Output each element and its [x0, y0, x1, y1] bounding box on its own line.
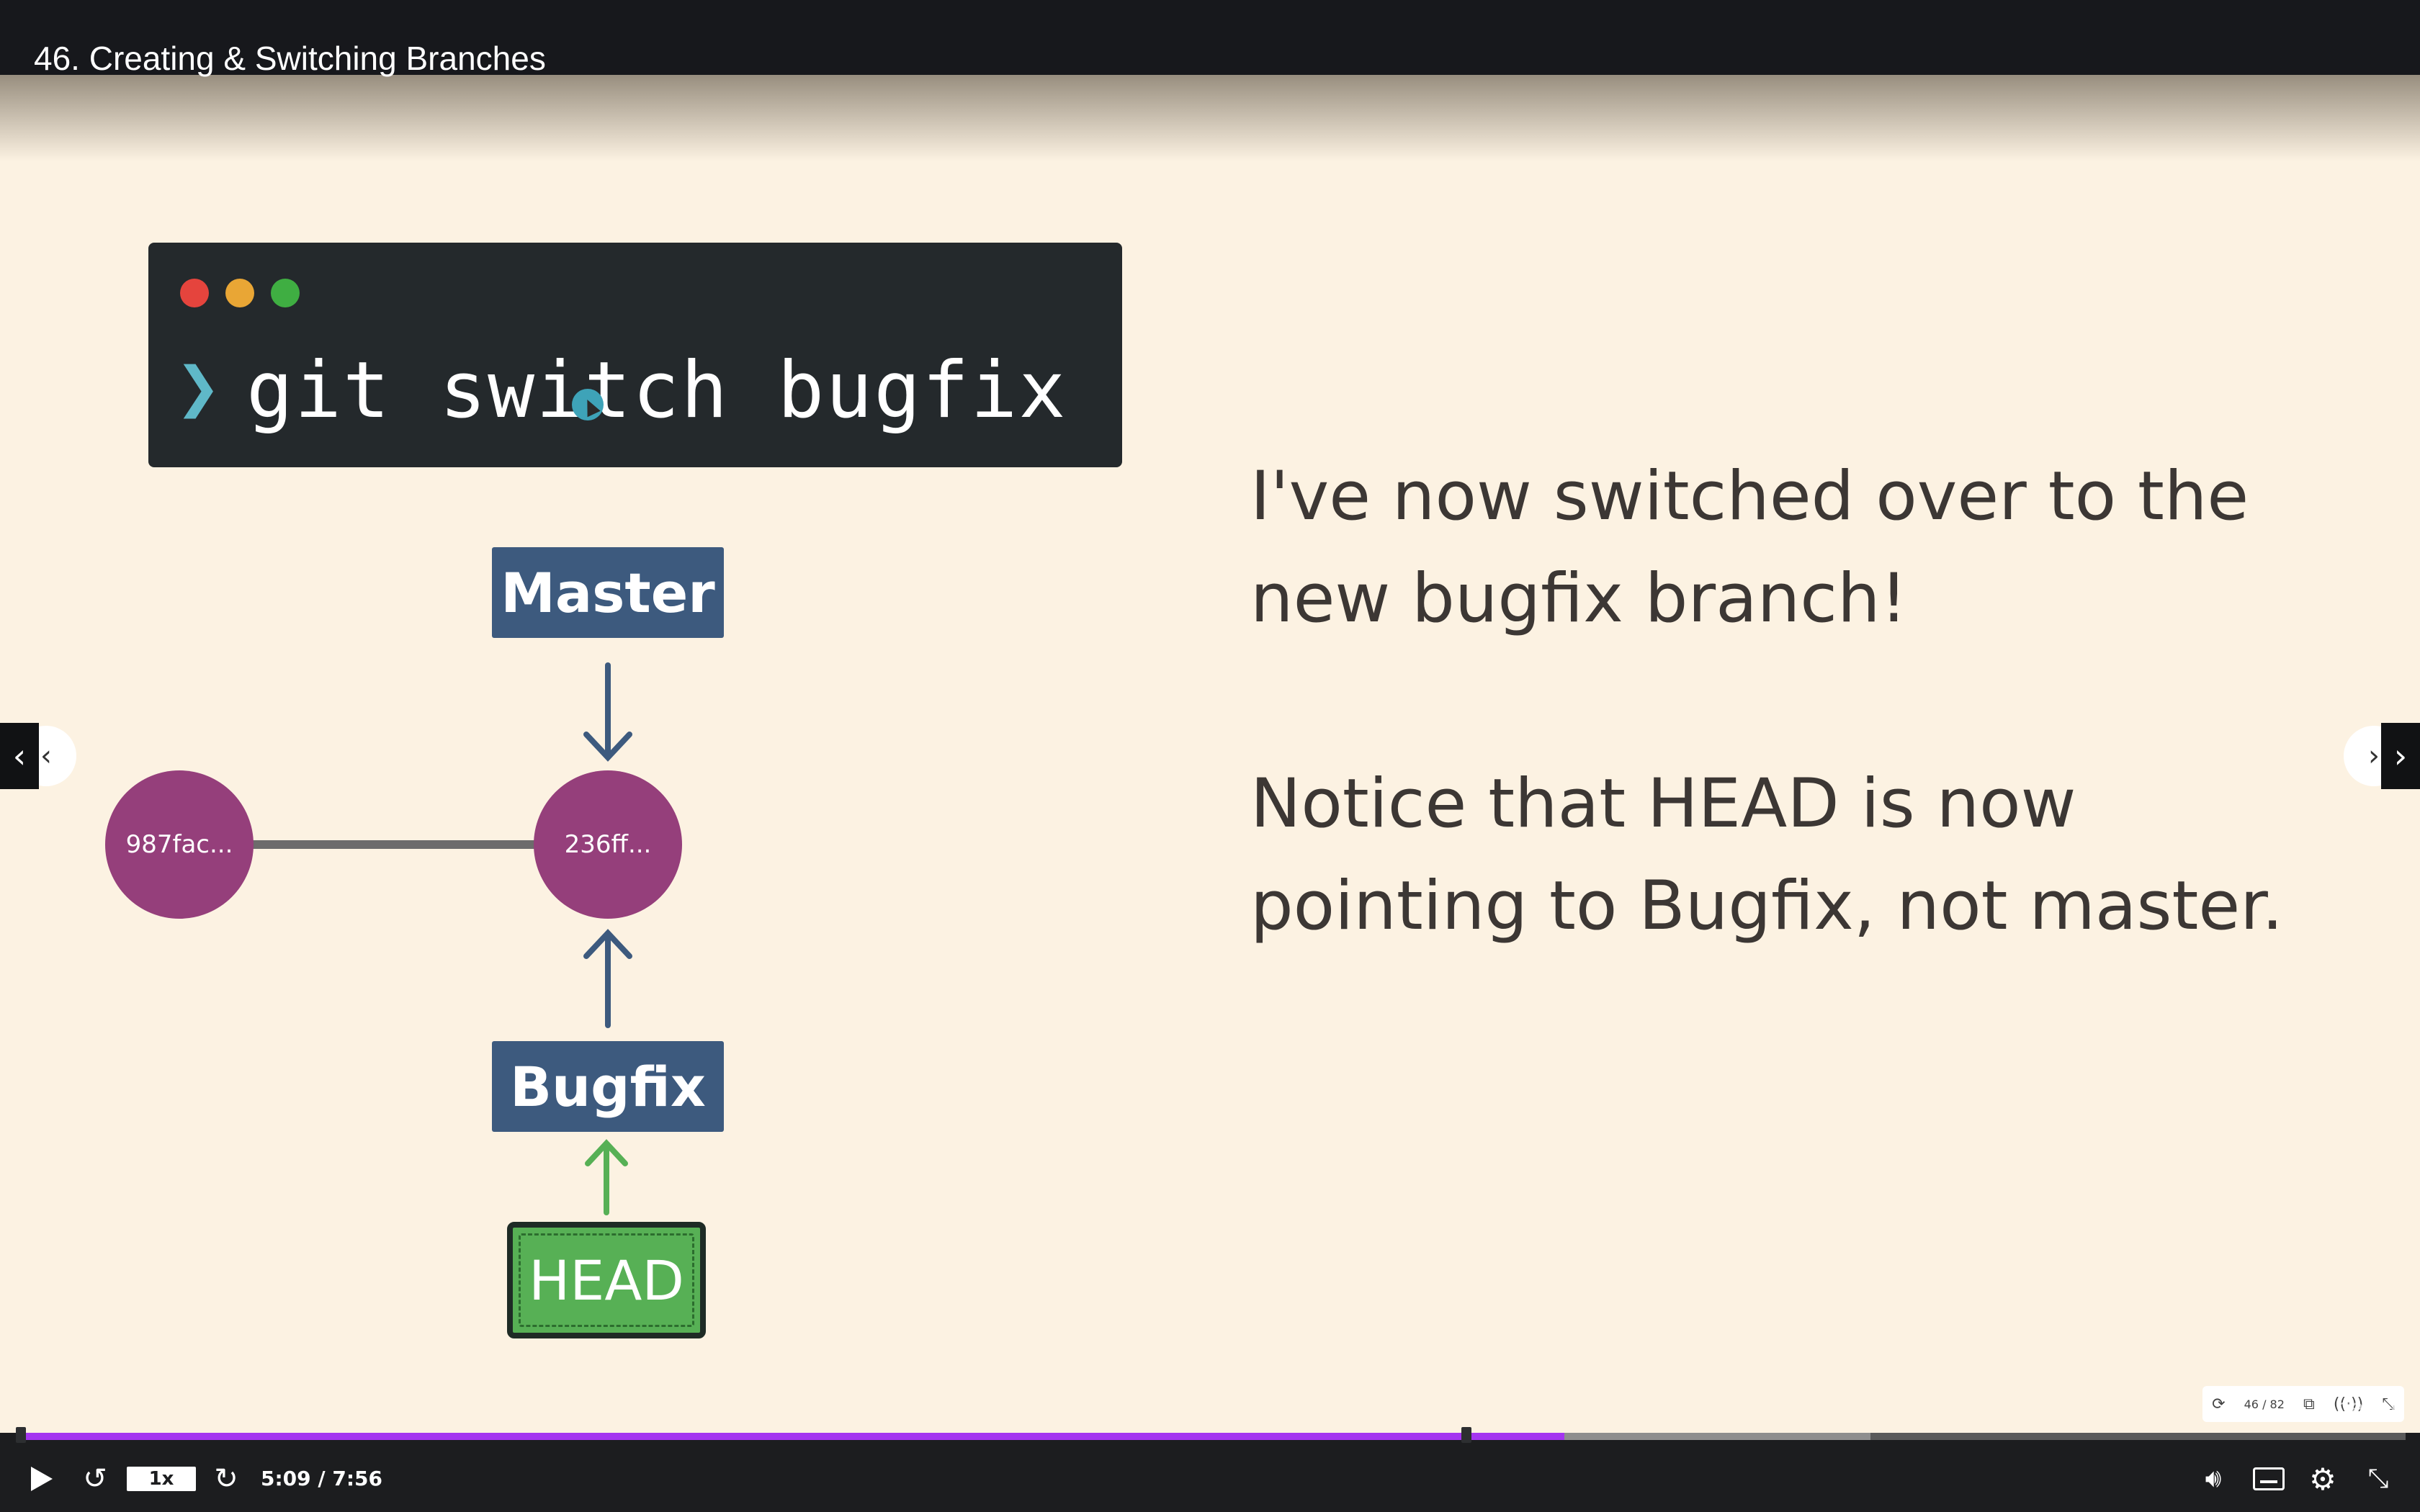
- close-dot-icon: [180, 279, 209, 307]
- slide-page-counter: 46 / 82: [2244, 1397, 2285, 1411]
- commit-node: 236ff...: [534, 770, 682, 919]
- captions-icon[interactable]: [2253, 1467, 2285, 1490]
- forward-icon[interactable]: ↻: [209, 1462, 243, 1495]
- slide-text-paragraph-2: Notice that HEAD is now pointing to Bugf…: [1250, 753, 2283, 958]
- player-controls: ↺ 1x ↻ 5:09 / 7:56 🔊︎ ⚙ ⤡: [0, 1440, 2420, 1512]
- progress-bookmark-marker[interactable]: [1461, 1427, 1472, 1443]
- progress-marker[interactable]: [16, 1427, 26, 1443]
- volume-icon[interactable]: 🔊︎: [2195, 1464, 2231, 1493]
- minimize-dot-icon: [225, 279, 254, 307]
- video-slide[interactable]: ❯ git switch bugfix Master 987fac... 236…: [0, 75, 2420, 1433]
- exit-fullscreen-icon[interactable]: ⤡: [2361, 1464, 2396, 1493]
- slide-text-paragraph-1: I've now switched over to the new bugfix…: [1250, 446, 2249, 650]
- slide-text-line: pointing to Bugfix, not master.: [1250, 867, 2284, 945]
- master-branch-label: Master: [492, 547, 724, 638]
- rewind-icon[interactable]: ↺: [78, 1462, 112, 1495]
- slide-text-line: new bugfix branch!: [1250, 559, 1908, 638]
- playback-speed-button[interactable]: 1x: [127, 1467, 196, 1491]
- top-bar: 46. Creating & Switching Branches: [0, 0, 2420, 77]
- commit-connector: [252, 840, 537, 849]
- terminal-window: ❯ git switch bugfix: [148, 243, 1122, 467]
- prompt-chevron-icon: ❯: [176, 343, 221, 431]
- time-display: 5:09 / 7:56: [261, 1467, 383, 1490]
- commit-node: 987fac...: [105, 770, 254, 919]
- slide-top-shadow: [0, 75, 2420, 161]
- progress-bar[interactable]: [16, 1427, 2406, 1443]
- head-pointer-label: HEAD: [507, 1222, 706, 1338]
- slide-text-line: I've now switched over to the: [1250, 457, 2249, 536]
- terminal-command: git switch bugfix: [246, 346, 1067, 436]
- prev-lecture-button[interactable]: ‹: [0, 723, 39, 789]
- maximize-dot-icon: [271, 279, 300, 307]
- bugfix-branch-label: Bugfix: [492, 1041, 724, 1132]
- slide-reload-icon[interactable]: ⟳: [2212, 1395, 2225, 1413]
- udemy-watermark: udemy: [2323, 1395, 2398, 1421]
- slide-text-line: Notice that HEAD is now: [1250, 765, 2076, 843]
- settings-gear-icon[interactable]: ⚙: [2305, 1462, 2340, 1497]
- progress-played: [16, 1433, 1565, 1440]
- lecture-title: 46. Creating & Switching Branches: [34, 40, 546, 77]
- slide-window-icon[interactable]: ⧉: [2303, 1395, 2315, 1413]
- next-lecture-button[interactable]: ›: [2381, 723, 2420, 789]
- play-button[interactable]: [29, 1464, 55, 1493]
